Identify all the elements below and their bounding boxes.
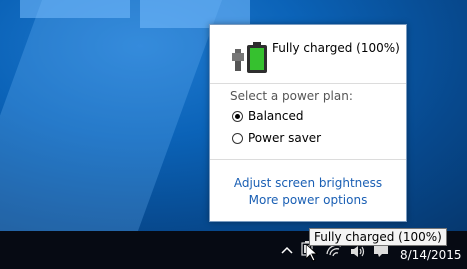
plan-power-saver-option[interactable]: Power saver (232, 131, 321, 145)
radio-button-selected[interactable] (232, 110, 243, 122)
radio-button[interactable] (232, 132, 243, 144)
mouse-cursor-icon (305, 242, 319, 266)
power-plan-heading: Select a power plan: (230, 89, 353, 103)
battery-flyout: Fully charged (100%) Select a power plan… (209, 24, 407, 222)
battery-full-icon (232, 39, 274, 79)
battery-tooltip: Fully charged (100%) (309, 228, 447, 246)
windows-logo-pane (20, 0, 130, 18)
clock-date[interactable]: 8/14/2015 (400, 248, 462, 262)
divider (210, 83, 406, 84)
adjust-brightness-link[interactable]: Adjust screen brightness (210, 176, 406, 190)
more-power-options-link[interactable]: More power options (210, 193, 406, 207)
battery-status-text: Fully charged (100%) (272, 41, 400, 55)
plan-label: Balanced (248, 109, 304, 123)
plan-label: Power saver (248, 131, 322, 145)
divider (210, 159, 406, 160)
plan-balanced-option[interactable]: Balanced (232, 109, 303, 123)
chevron-up-icon[interactable] (281, 243, 293, 258)
